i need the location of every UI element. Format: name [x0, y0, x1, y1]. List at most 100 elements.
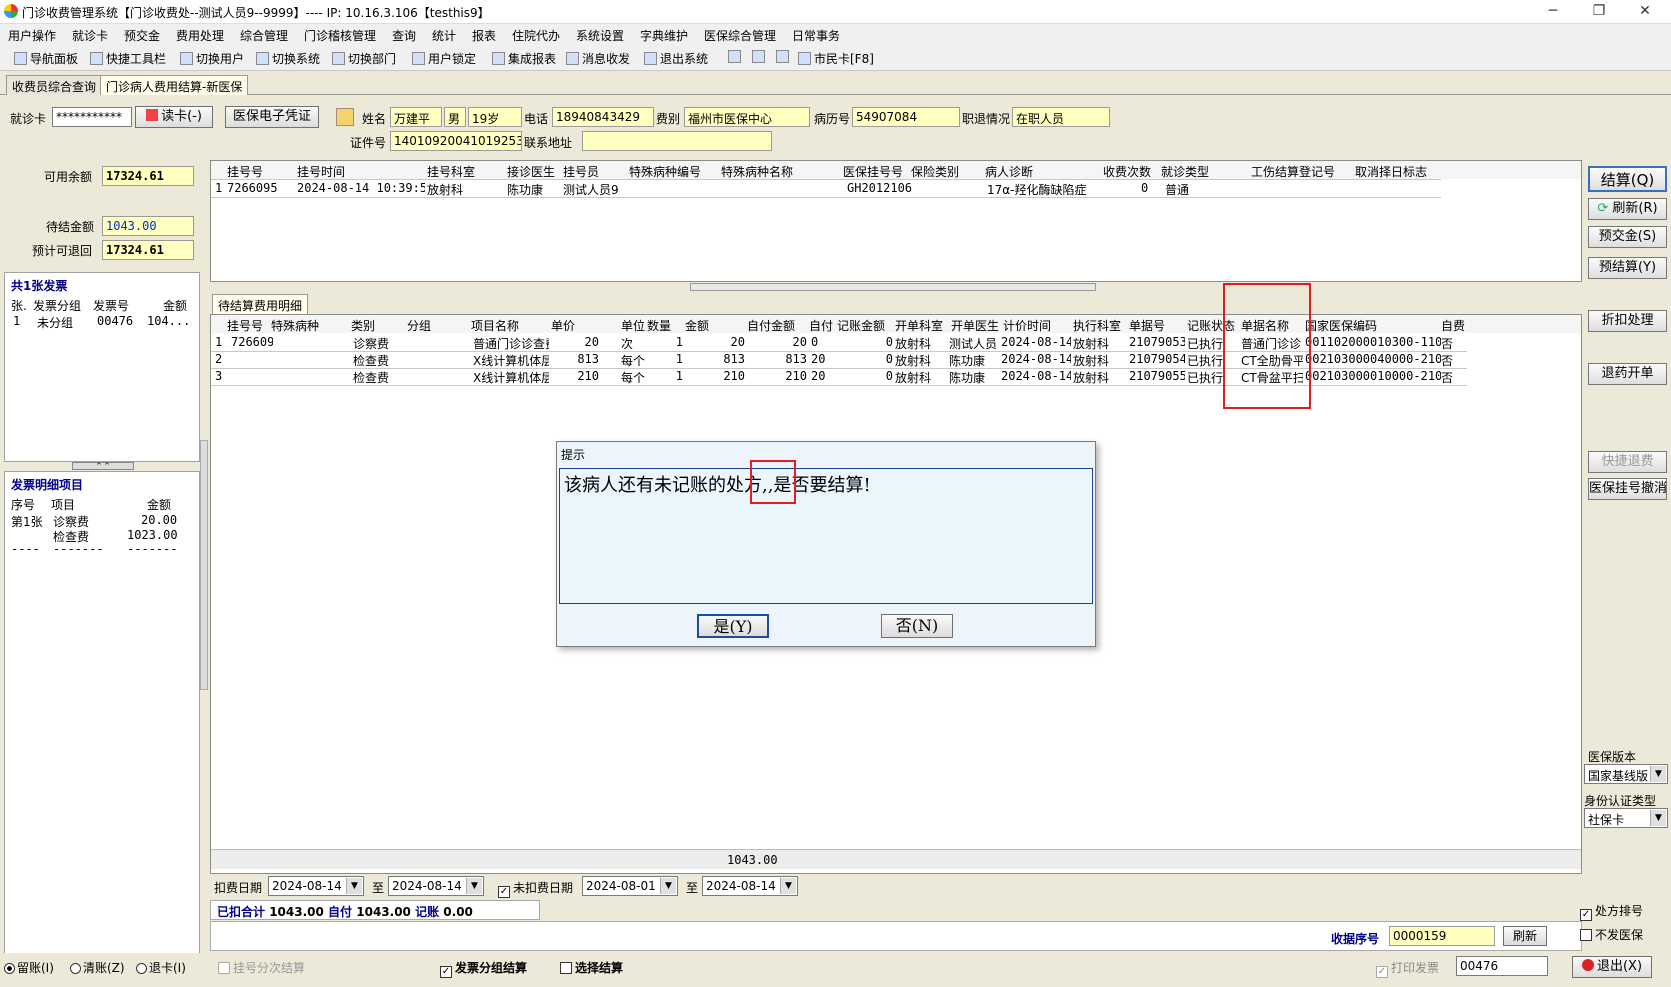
yuan-icon — [752, 50, 765, 63]
detail-cell: 20 — [730, 335, 745, 349]
clear-account-radio[interactable]: 清账(Z) — [70, 959, 125, 976]
tab-settlement[interactable]: 门诊病人费用结算-新医保 — [100, 75, 249, 95]
toolbar-integrated-report[interactable]: 集成报表 — [492, 50, 556, 68]
menu-visit-card[interactable]: 就诊卡 — [72, 27, 108, 44]
exit-icon — [644, 52, 657, 65]
maximize-button[interactable]: ❐ — [1576, 0, 1622, 24]
keep-account-radio[interactable]: 留账(I) — [4, 959, 54, 976]
menu-dictionary[interactable]: 字典维护 — [640, 27, 688, 44]
refund-card-radio[interactable]: 退卡(I) — [136, 959, 186, 976]
detail-cell: 测试人员 — [949, 337, 998, 351]
address-field[interactable] — [582, 131, 772, 151]
detail-cell: 诊察费 — [353, 337, 390, 351]
pre-settle-button[interactable]: 预结算(Y) — [1588, 257, 1667, 279]
horizontal-splitter[interactable] — [690, 283, 1096, 291]
splitter-handle[interactable]: ^ ^ — [72, 462, 134, 470]
record-field[interactable]: 54907084 — [852, 107, 960, 127]
toolbar-switch-user[interactable]: 切换用户 — [180, 50, 244, 68]
menu-daily-affairs[interactable]: 日常事务 — [792, 27, 840, 44]
deduct-from-date[interactable]: 2024-08-14 ▼ — [268, 876, 364, 896]
gender-field[interactable]: 男 — [444, 107, 466, 127]
toolbar-doc-icon[interactable] — [776, 50, 792, 68]
no-insurance-checkbox[interactable]: 不发医保 — [1580, 926, 1643, 943]
fee-type-field[interactable]: 福州市医保中心 — [684, 107, 810, 127]
nav-panel-icon — [14, 52, 27, 65]
undeducted-date-toggle[interactable]: ✓ 未扣费日期 — [498, 879, 573, 898]
detail-cell: 20.00 — [141, 513, 178, 527]
settle-button[interactable]: 结算(Q) — [1588, 166, 1667, 192]
menu-reports[interactable]: 报表 — [472, 27, 496, 44]
edit-icon — [728, 50, 741, 63]
toolbar-switch-system[interactable]: 切换系统 — [256, 50, 320, 68]
select-value: 国家基线版 — [1588, 769, 1649, 783]
tab-pending-details[interactable]: 待结算费用明细 — [212, 294, 309, 314]
toolbar-quick-tools[interactable]: 快捷工具栏 — [90, 50, 166, 68]
refresh-button[interactable]: ⟳ 刷新(R) — [1588, 198, 1667, 220]
undeducted-from-date[interactable]: 2024-08-01 ▼ — [582, 876, 678, 896]
reg-cell: 陈功康 — [507, 183, 544, 197]
e-voucher-button[interactable]: 医保电子凭证 — [225, 106, 319, 128]
discount-button[interactable]: 折扣处理 — [1588, 310, 1667, 332]
menu-audit-mgmt[interactable]: 门诊稽核管理 — [304, 27, 376, 44]
select-settle-checkbox[interactable]: 选择结算 — [560, 959, 623, 976]
name-field[interactable]: 万建平 — [390, 107, 442, 127]
toolbar-yuan-icon[interactable] — [752, 50, 768, 68]
dialog-yes-button[interactable]: 是(Y) — [697, 614, 769, 638]
auth-type-select[interactable]: 社保卡 ▼ — [1584, 808, 1668, 828]
menu-insurance-mgmt[interactable]: 医保综合管理 — [704, 27, 776, 44]
detail-cell: 813 — [785, 352, 807, 366]
broom-icon[interactable] — [336, 108, 354, 126]
insurance-version-select[interactable]: 国家基线版 ▼ — [1584, 764, 1668, 784]
undeducted-to-date[interactable]: 2024-08-14 ▼ — [702, 876, 798, 896]
deposit-button[interactable]: 预交金(S) — [1588, 226, 1667, 248]
detail-cell: ------- — [53, 542, 104, 556]
rx-sort-checkbox[interactable]: ✓ 处方排号 — [1580, 902, 1643, 921]
invoice-group-checkbox[interactable]: ✓ 发票分组结算 — [440, 959, 527, 978]
receipt-number-field[interactable]: 0000159 — [1389, 926, 1495, 946]
detail-col-header: 挂号号 — [227, 319, 264, 333]
menu-inpatient-agent[interactable]: 住院代办 — [512, 27, 560, 44]
reg-col-header: 保险类别 — [911, 165, 960, 179]
return-drug-button[interactable]: 退药开单 — [1588, 363, 1667, 385]
dialog-no-button[interactable]: 否(N) — [881, 614, 953, 638]
job-status-field[interactable]: 在职人员 — [1012, 107, 1110, 127]
quick-refund-button[interactable]: 快捷退费 — [1588, 451, 1667, 473]
toolbar-citizen-card[interactable]: 市民卡[F8] — [798, 50, 874, 68]
close-button[interactable]: ✕ — [1622, 0, 1668, 24]
toolbar-user-lock[interactable]: 用户锁定 — [412, 50, 476, 68]
menu-fee-handling[interactable]: 费用处理 — [176, 27, 224, 44]
toolbar-messages[interactable]: 消息收发 — [566, 50, 630, 68]
cancel-insurance-reg-button[interactable]: 医保挂号撤消 — [1588, 478, 1667, 500]
invoice-number-field[interactable]: 00476 — [1456, 956, 1548, 976]
exit-button[interactable]: 退出(X) — [1572, 956, 1652, 978]
minimize-button[interactable]: ─ — [1530, 0, 1576, 24]
menu-system-settings[interactable]: 系统设置 — [576, 27, 624, 44]
toolbar-edit-icon[interactable] — [728, 50, 744, 68]
reg-col-header: 特殊病种名称 — [721, 165, 794, 179]
receipt-bar: 收据序号 0000159 刷新 — [210, 921, 1582, 951]
menu-deposit[interactable]: 预交金 — [124, 27, 160, 44]
deduct-to-date[interactable]: 2024-08-14 ▼ — [388, 876, 484, 896]
menu-query[interactable]: 查询 — [392, 27, 416, 44]
detail-col-header: 计价时间 — [1003, 319, 1052, 333]
detail-col-header: 单价 — [551, 319, 576, 333]
reg-split-checkbox[interactable]: 挂号分次结算 — [218, 959, 305, 976]
toolbar-exit-system[interactable]: 退出系统 — [644, 50, 708, 68]
menu-user-ops[interactable]: 用户操作 — [8, 27, 56, 44]
print-invoice-checkbox[interactable]: ✓ 打印发票 — [1376, 959, 1439, 978]
menu-statistics[interactable]: 统计 — [432, 27, 456, 44]
toolbar-nav-panel[interactable]: 导航面板 — [14, 50, 78, 68]
card-number-field[interactable]: *********** — [52, 107, 132, 127]
detail-cell: 放射科 — [895, 371, 932, 385]
age-field[interactable]: 19岁 — [468, 107, 522, 127]
receipt-refresh-button[interactable]: 刷新 — [1503, 926, 1547, 946]
id-field[interactable]: 140109200410192536 — [390, 131, 522, 151]
tab-strip: 收费员综合查询 门诊病人费用结算-新医保 — [0, 73, 1671, 95]
phone-field[interactable]: 18940843429 — [552, 107, 654, 127]
read-card-button[interactable]: 读卡(-) — [135, 106, 213, 128]
menu-general-mgmt[interactable]: 综合管理 — [240, 27, 288, 44]
toolbar-switch-dept[interactable]: 切换部门 — [332, 50, 396, 68]
tab-cashier-query[interactable]: 收费员综合查询 — [6, 75, 103, 95]
reg-col-header: 挂号员 — [563, 165, 600, 179]
vertical-splitter[interactable] — [200, 440, 208, 690]
